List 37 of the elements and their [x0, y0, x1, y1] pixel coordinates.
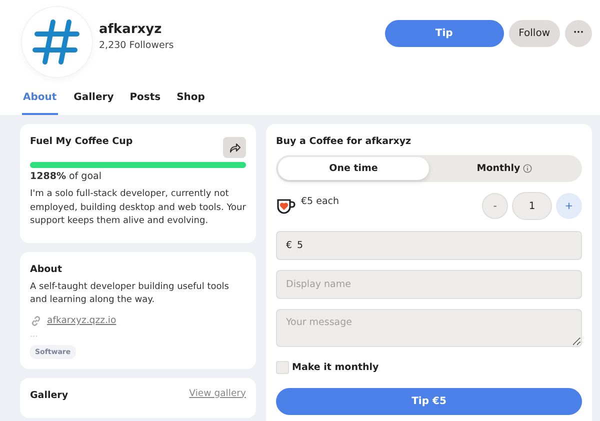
quantity-field[interactable]: 1 — [512, 192, 552, 220]
link-icon — [30, 314, 42, 326]
frequency-option[interactable]: Monthly — [429, 157, 580, 180]
coffee-cup-icon — [276, 198, 296, 214]
view-gallery-link[interactable]: View gallery — [189, 388, 246, 398]
amount-input[interactable]: 5 — [297, 240, 398, 251]
card-title: Gallery — [30, 390, 68, 400]
tip-button[interactable]: Tip — [384, 20, 504, 46]
tab[interactable]: Shop — [176, 92, 205, 115]
increase-button[interactable]: + — [556, 193, 582, 219]
follow-button[interactable]: Follow — [508, 20, 560, 46]
profile-name: afkarxyz — [99, 22, 163, 36]
more-button[interactable]: ··· — [565, 20, 592, 46]
form-title: Buy a Coffee for afkarxyz — [276, 136, 412, 147]
share-arrow-icon — [228, 142, 240, 153]
card-title: Fuel My Coffee Cup — [30, 136, 133, 147]
currency-symbol: € — [286, 240, 292, 251]
tab[interactable]: Gallery — [74, 92, 114, 115]
amount-field[interactable]: € 5 — [276, 231, 582, 260]
tab[interactable]: About — [22, 92, 58, 115]
info-icon — [523, 164, 532, 173]
frequency-option[interactable]: One time — [278, 157, 429, 180]
decrease-button[interactable]: - — [482, 193, 508, 219]
progress-text: 1288% of goal — [30, 171, 102, 182]
goal-description: I'm a solo full-stack developer, currently not employed, building desktop and web tools. Your support keeps them alive and evolving. — [30, 188, 246, 228]
bio-text: A self-taught developer building useful tools and learning along the way. — [30, 280, 230, 307]
website-link[interactable]: afkarxyz.qzz.io — [47, 315, 116, 326]
checkbox-label: Make it monthly — [292, 362, 379, 373]
card-title: About — [30, 264, 63, 274]
unit-price: €5 each — [301, 196, 340, 206]
share-button[interactable] — [223, 137, 246, 158]
checkbox[interactable] — [276, 361, 289, 374]
message-field[interactable]: Your message — [276, 309, 582, 347]
follower-count: 2,230 Followers — [99, 40, 175, 50]
submit-tip-button[interactable]: Tip €5 — [276, 388, 582, 415]
tab[interactable]: Posts — [130, 92, 161, 115]
display-name-field[interactable]: Display name — [276, 270, 582, 299]
